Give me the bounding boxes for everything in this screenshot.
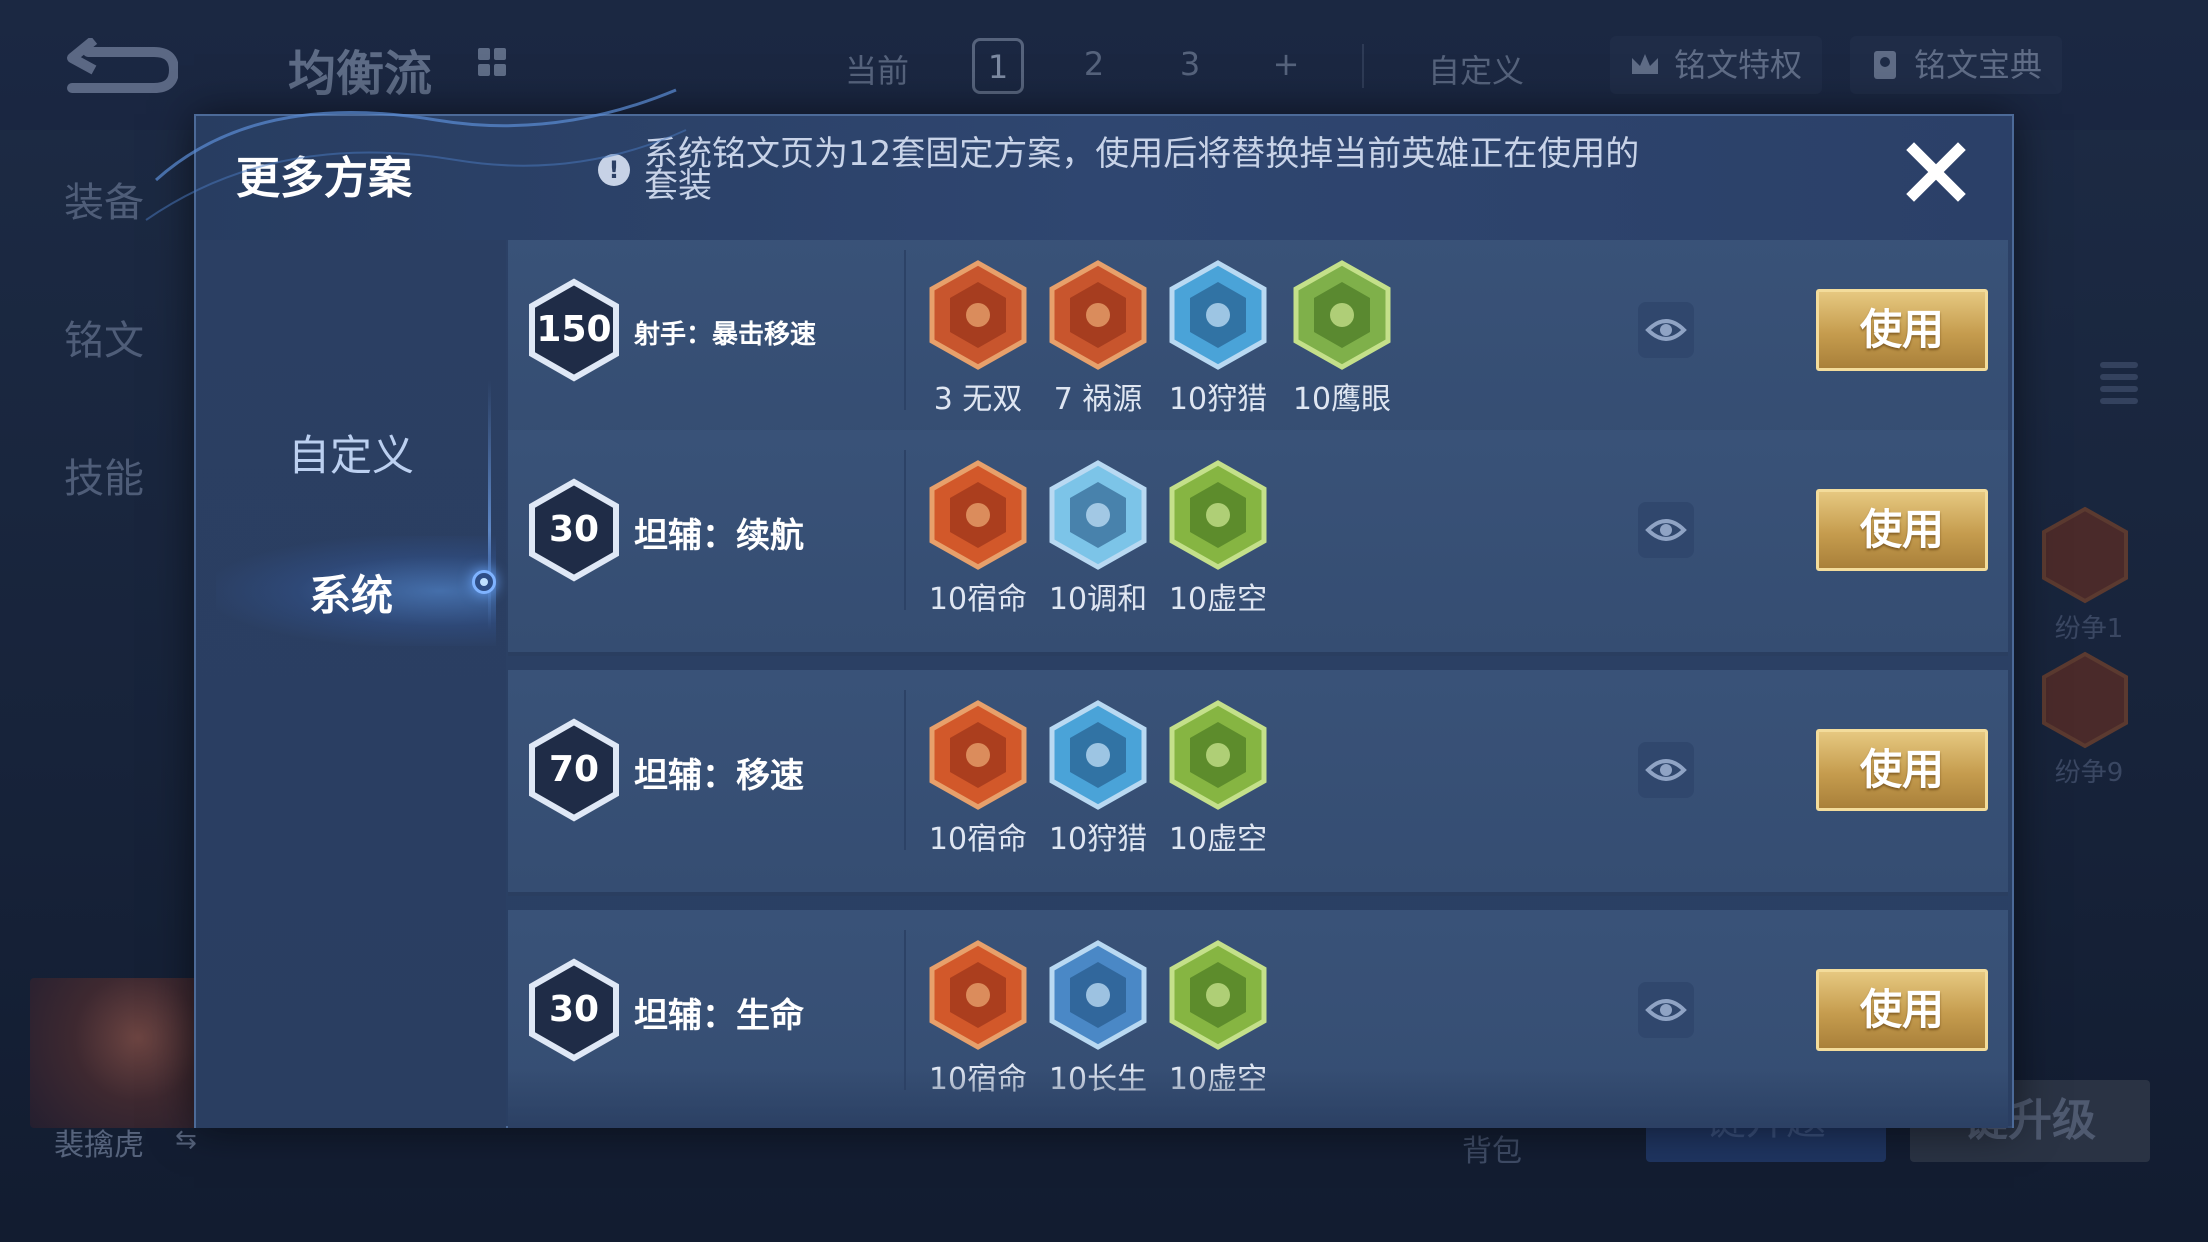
rune-label: 10狩猎 bbox=[1168, 382, 1268, 417]
list-icon[interactable] bbox=[2100, 358, 2138, 408]
rune-blue-icon bbox=[1049, 940, 1147, 1050]
swap-icon[interactable]: ⇆ bbox=[175, 1125, 197, 1155]
level-value: 30 bbox=[548, 989, 600, 1030]
rune-label: 10虚空 bbox=[1168, 582, 1268, 617]
rune-privilege-button[interactable]: 铭文特权 bbox=[1610, 36, 1823, 94]
rune-badge-icon bbox=[2042, 506, 2128, 604]
rune-red-icon bbox=[1049, 260, 1147, 370]
level-value: 30 bbox=[548, 509, 600, 550]
rune-privilege-label: 铭文特权 bbox=[1674, 46, 1803, 84]
nav-skills[interactable]: 技能 bbox=[64, 446, 144, 504]
book-icon bbox=[1874, 51, 1896, 79]
preset-category-sidebar: 自定义 系统 bbox=[196, 240, 506, 1128]
hero-name: 裴擒虎 bbox=[54, 1128, 144, 1163]
preset-row: 70 坦辅：移速 10宿命 10狩猎 10虚空 使用 bbox=[508, 670, 2008, 896]
rune-blue-icon bbox=[1049, 700, 1147, 810]
row-divider bbox=[904, 690, 906, 850]
rune-badge-label: 纷争9 bbox=[2054, 758, 2124, 788]
preset-name: 射手：暴击移速 bbox=[634, 320, 817, 350]
rune-red-icon bbox=[929, 940, 1027, 1050]
rune-item[interactable]: 10宿命 bbox=[922, 460, 1034, 618]
rune-codex-label: 铭文宝典 bbox=[1914, 46, 2043, 84]
preset-name: 坦辅：生命 bbox=[634, 996, 804, 1036]
rune-green-icon bbox=[1169, 700, 1267, 810]
rune-item[interactable]: 10虚空 bbox=[1162, 700, 1274, 858]
use-button[interactable]: 使用 bbox=[1816, 729, 1988, 811]
preview-button[interactable] bbox=[1638, 982, 1694, 1038]
eye-icon bbox=[1645, 519, 1687, 541]
rune-label: 3 无双 bbox=[933, 382, 1023, 417]
rune-blue-icon bbox=[1049, 460, 1147, 570]
divider bbox=[1362, 44, 1364, 88]
more-presets-dialog: 更多方案 ! 系统铭文页为12套固定方案，使用后将替换掉当前英雄正在使用的套装 … bbox=[145, 88, 2014, 1128]
level-badge: 150 bbox=[526, 278, 622, 382]
rune-item[interactable]: 3 无双 bbox=[922, 260, 1034, 418]
rune-green-icon bbox=[1169, 940, 1267, 1050]
row-divider bbox=[904, 450, 906, 610]
rune-label: 10鹰眼 bbox=[1292, 382, 1392, 417]
list-fade bbox=[508, 1068, 2012, 1128]
rune-label: 10宿命 bbox=[928, 822, 1028, 857]
preview-button[interactable] bbox=[1638, 302, 1694, 358]
preset-row: 30 坦辅：续航 10宿命 10调和 10虚空 使用 bbox=[508, 430, 2008, 656]
preset-list[interactable]: 150 射手：暴击移速 3 无双 7 祸源 10狩猎 10鹰眼 使用 30 坦辅：续航 10宿命 1… bbox=[508, 240, 2012, 1128]
rune-label: 10虚空 bbox=[1168, 822, 1268, 857]
level-badge: 70 bbox=[526, 718, 622, 822]
preset-name: 坦辅：移速 bbox=[634, 756, 804, 796]
crown-icon bbox=[1632, 54, 1658, 74]
eye-icon bbox=[1645, 319, 1687, 341]
level-badge: 30 bbox=[526, 958, 622, 1062]
eye-icon bbox=[1645, 999, 1687, 1021]
preview-button[interactable] bbox=[1638, 502, 1694, 558]
notice-text: 系统铭文页为12套固定方案，使用后将替换掉当前英雄正在使用的套装 bbox=[644, 134, 1640, 206]
rune-green-icon bbox=[1293, 260, 1391, 370]
page-tab-3[interactable]: 3 bbox=[1164, 38, 1216, 94]
rune-green-icon bbox=[1169, 460, 1267, 570]
rune-codex-button[interactable]: 铭文宝典 bbox=[1850, 36, 2063, 94]
level-badge: 30 bbox=[526, 478, 622, 582]
add-page-button[interactable]: + bbox=[1260, 38, 1312, 94]
tab-system[interactable]: 系统 bbox=[196, 562, 506, 623]
row-divider bbox=[904, 250, 906, 410]
rune-item[interactable]: 10狩猎 bbox=[1162, 260, 1274, 418]
active-indicator bbox=[472, 570, 496, 594]
rune-item[interactable]: 10虚空 bbox=[1162, 460, 1274, 618]
preview-button[interactable] bbox=[1638, 742, 1694, 798]
rune-item[interactable]: 10鹰眼 bbox=[1286, 260, 1398, 418]
level-value: 150 bbox=[536, 309, 612, 350]
rune-red-icon bbox=[929, 460, 1027, 570]
hero-avatar[interactable] bbox=[30, 978, 210, 1128]
close-icon[interactable] bbox=[1904, 140, 1968, 204]
rune-item[interactable]: 10狩猎 bbox=[1042, 700, 1154, 858]
custom-tab[interactable]: 自定义 bbox=[1428, 46, 1524, 92]
current-label: 当前 bbox=[845, 52, 910, 90]
bag-label[interactable]: 背包 bbox=[1462, 1126, 1522, 1170]
rune-label: 7 祸源 bbox=[1053, 382, 1143, 417]
rune-item[interactable]: 7 祸源 bbox=[1042, 260, 1154, 418]
page-tab-1[interactable]: 1 bbox=[972, 38, 1024, 94]
rune-label: 10狩猎 bbox=[1048, 822, 1148, 857]
rune-blue-icon bbox=[1169, 260, 1267, 370]
rune-item[interactable]: 10调和 bbox=[1042, 460, 1154, 618]
eye-icon bbox=[1645, 759, 1687, 781]
rune-badge-icon bbox=[2042, 651, 2128, 749]
rune-badge-label: 纷争1 bbox=[2054, 614, 2124, 644]
decor-swirl bbox=[145, 88, 687, 221]
rune-red-icon bbox=[929, 260, 1027, 370]
nav-runes[interactable]: 铭文 bbox=[64, 308, 144, 366]
nav-equipment[interactable]: 装备 bbox=[64, 170, 144, 228]
rune-item[interactable]: 10宿命 bbox=[922, 700, 1034, 858]
use-button[interactable]: 使用 bbox=[1816, 489, 1988, 571]
tab-custom[interactable]: 自定义 bbox=[196, 422, 506, 483]
row-divider bbox=[904, 930, 906, 1090]
rune-red-icon bbox=[929, 700, 1027, 810]
preset-name: 坦辅：续航 bbox=[634, 516, 804, 556]
rune-label: 10调和 bbox=[1048, 582, 1148, 617]
preset-row: 150 射手：暴击移速 3 无双 7 祸源 10狩猎 10鹰眼 使用 bbox=[508, 240, 2008, 456]
use-button[interactable]: 使用 bbox=[1816, 969, 1988, 1051]
rune-label: 10宿命 bbox=[928, 582, 1028, 617]
page-tab-2[interactable]: 2 bbox=[1068, 38, 1120, 94]
use-button[interactable]: 使用 bbox=[1816, 289, 1988, 371]
level-value: 70 bbox=[548, 749, 600, 790]
